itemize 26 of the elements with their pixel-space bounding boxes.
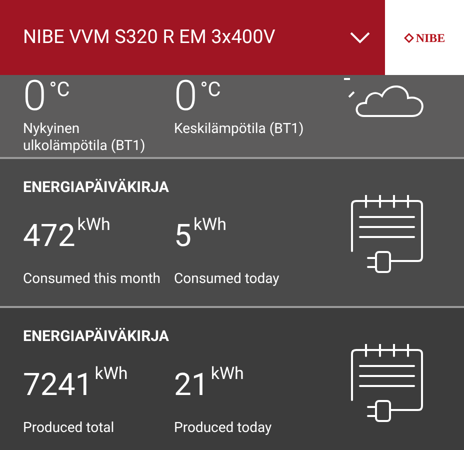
unit-text: kWh <box>193 214 226 237</box>
value-text: 0 <box>174 77 198 117</box>
section-title: ENERGIAPÄIVÄKIRJA <box>23 178 169 196</box>
value-text: 7241 <box>23 365 93 405</box>
brand-logo: NIBE <box>416 32 446 44</box>
unit-text: kWh <box>94 363 128 386</box>
chevron-down-icon[interactable] <box>350 32 370 44</box>
device-title: NIBE VVM S320 R EM 3x400V <box>23 24 276 50</box>
value-text: 472 <box>23 216 76 256</box>
logo-mark-icon <box>404 32 414 42</box>
unit-text: kWh <box>77 214 110 237</box>
metric-label: Nykyinen ulkolämpötila (BT1) <box>23 121 146 155</box>
unit-text: kWh <box>210 363 244 386</box>
section-title: ENERGIAPÄIVÄKIRJA <box>23 327 169 345</box>
notepad-plug-icon <box>350 195 424 275</box>
notepad-plug-icon <box>350 344 424 424</box>
metric-label: Produced total <box>23 420 116 437</box>
value-text: 0 <box>23 77 46 117</box>
value-text: 21 <box>174 365 209 405</box>
metric-label: Keskilämpötila (BT1) <box>174 121 305 138</box>
unit-text: °C <box>200 79 221 99</box>
unit-text: °C <box>49 79 70 99</box>
value-text: 5 <box>174 216 192 256</box>
metric-label: Consumed today <box>174 271 280 288</box>
metric-label: Consumed this month <box>23 271 162 288</box>
metric-label: Produced today <box>174 420 273 437</box>
